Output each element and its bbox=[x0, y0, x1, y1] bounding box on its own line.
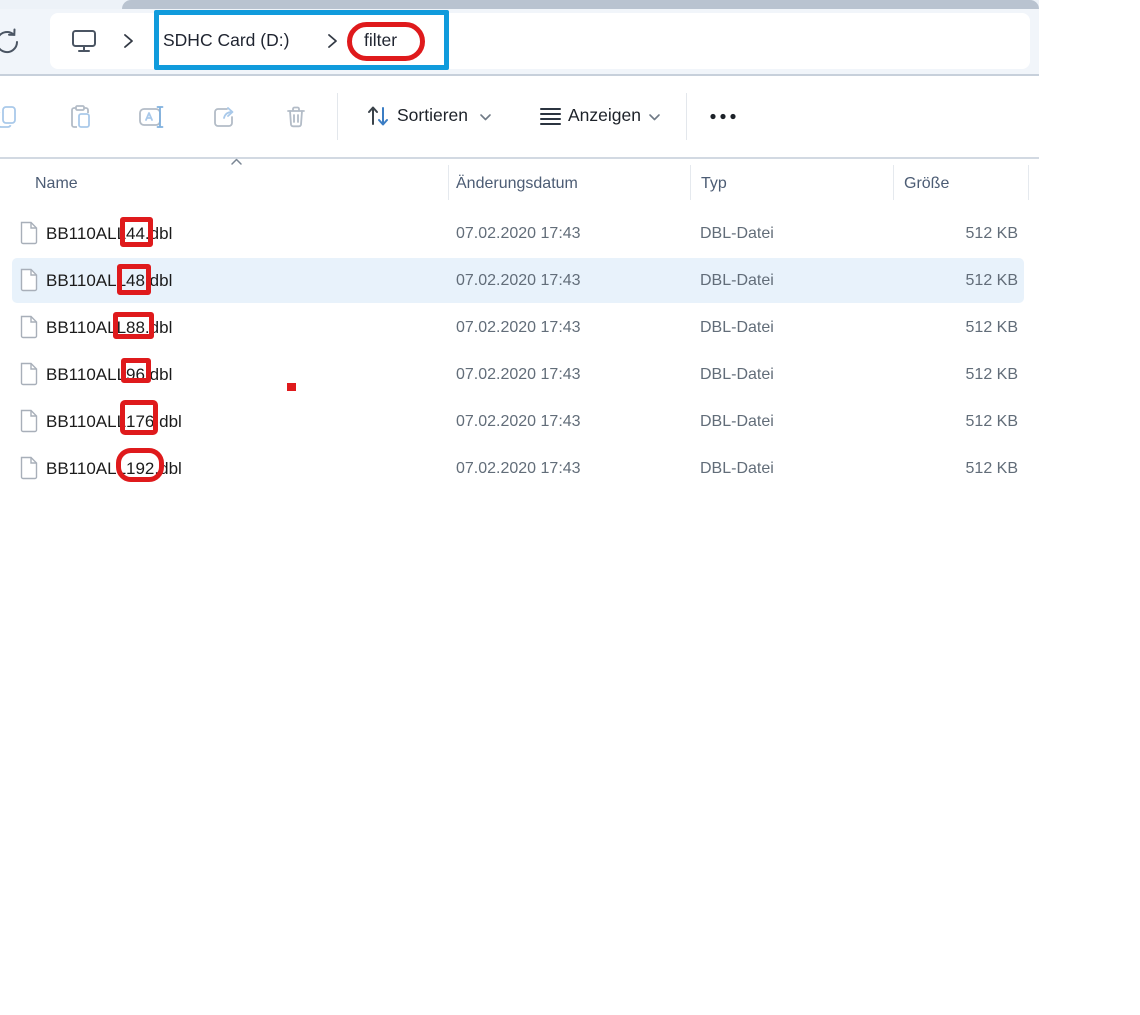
file-row[interactable]: BB110ALL192.dbl 07.02.2020 17:43 DBL-Dat… bbox=[0, 445, 1039, 492]
file-icon bbox=[19, 362, 38, 386]
file-icon bbox=[19, 221, 38, 245]
column-header-size[interactable]: Größe bbox=[904, 159, 949, 205]
navigation-bar: SDHC Card (D:) filter bbox=[0, 9, 1039, 74]
breadcrumb-chevron-icon[interactable] bbox=[325, 32, 339, 50]
file-size: 512 KB bbox=[870, 445, 1018, 492]
file-name: BB110ALL96.dbl bbox=[46, 351, 172, 398]
view-layout-icon bbox=[537, 103, 563, 129]
column-header-date[interactable]: Änderungsdatum bbox=[456, 159, 578, 205]
file-type: DBL-Datei bbox=[700, 398, 774, 445]
column-header-type[interactable]: Typ bbox=[701, 159, 727, 205]
file-icon bbox=[19, 268, 38, 292]
breadcrumb-chevron-icon[interactable] bbox=[121, 32, 135, 50]
file-type: DBL-Datei bbox=[700, 210, 774, 257]
view-button-label[interactable]: Anzeigen bbox=[568, 76, 641, 157]
file-name: BB110ALL48.dbl bbox=[46, 257, 172, 304]
rename-icon bbox=[138, 104, 166, 130]
file-explorer-window: SDHC Card (D:) filter bbox=[0, 0, 1039, 1015]
file-row[interactable]: BB110ALL44.dbl 07.02.2020 17:43 DBL-Date… bbox=[0, 210, 1039, 257]
file-name: BB110ALL192.dbl bbox=[46, 445, 182, 492]
paste-button[interactable] bbox=[57, 94, 103, 140]
file-type: DBL-Datei bbox=[700, 445, 774, 492]
file-name: BB110ALL176.dbl bbox=[46, 398, 182, 445]
more-options-icon[interactable] bbox=[709, 113, 739, 120]
file-icon bbox=[19, 409, 38, 433]
tab-strip bbox=[122, 0, 1039, 9]
file-size: 512 KB bbox=[870, 304, 1018, 351]
chevron-down-icon bbox=[479, 112, 492, 122]
sort-ascending-icon bbox=[229, 157, 244, 166]
file-type: DBL-Datei bbox=[700, 257, 774, 304]
delete-button[interactable] bbox=[273, 94, 319, 140]
file-date: 07.02.2020 17:43 bbox=[456, 304, 581, 351]
file-type: DBL-Datei bbox=[700, 304, 774, 351]
sort-button-label[interactable]: Sortieren bbox=[397, 76, 468, 157]
chevron-down-icon bbox=[648, 112, 661, 122]
file-row[interactable]: BB110ALL176.dbl 07.02.2020 17:43 DBL-Dat… bbox=[0, 398, 1039, 445]
sort-button[interactable] bbox=[355, 93, 401, 139]
file-icon bbox=[19, 315, 38, 339]
annotation-red-dot bbox=[287, 383, 296, 391]
file-size: 512 KB bbox=[870, 257, 1018, 304]
file-size: 512 KB bbox=[870, 398, 1018, 445]
file-date: 07.02.2020 17:43 bbox=[456, 398, 581, 445]
file-type: DBL-Datei bbox=[700, 351, 774, 398]
column-separator[interactable] bbox=[448, 165, 449, 200]
breadcrumb-folder[interactable]: filter bbox=[364, 9, 397, 74]
file-size: 512 KB bbox=[870, 351, 1018, 398]
rename-button[interactable] bbox=[129, 94, 175, 140]
file-icon bbox=[19, 456, 38, 480]
file-name: BB110ALL88.dbl bbox=[46, 304, 172, 351]
toolbar-separator bbox=[686, 93, 687, 140]
file-date: 07.02.2020 17:43 bbox=[456, 351, 581, 398]
file-row-selected[interactable]: BB110ALL48.dbl 07.02.2020 17:43 DBL-Date… bbox=[0, 257, 1039, 304]
copy-button[interactable] bbox=[0, 94, 30, 140]
column-separator[interactable] bbox=[1028, 165, 1029, 200]
file-row[interactable]: BB110ALL88.dbl 07.02.2020 17:43 DBL-Date… bbox=[0, 304, 1039, 351]
view-button[interactable] bbox=[527, 93, 573, 139]
this-pc-icon[interactable] bbox=[70, 28, 98, 54]
breadcrumb-drive[interactable]: SDHC Card (D:) bbox=[163, 9, 289, 74]
file-date: 07.02.2020 17:43 bbox=[456, 257, 581, 304]
refresh-icon[interactable] bbox=[0, 26, 23, 58]
column-header-row: Name Änderungsdatum Typ Größe bbox=[0, 159, 1039, 205]
share-icon bbox=[211, 104, 237, 130]
file-name: BB110ALL44.dbl bbox=[46, 210, 172, 257]
sort-icon bbox=[364, 102, 392, 130]
file-list: BB110ALL44.dbl 07.02.2020 17:43 DBL-Date… bbox=[0, 210, 1039, 492]
copy-icon bbox=[0, 104, 20, 130]
column-separator[interactable] bbox=[690, 165, 691, 200]
share-button[interactable] bbox=[201, 94, 247, 140]
file-row[interactable]: BB110ALL96.dbl 07.02.2020 17:43 DBL-Date… bbox=[0, 351, 1039, 398]
toolbar-separator bbox=[337, 93, 338, 140]
delete-icon bbox=[283, 104, 309, 130]
file-size: 512 KB bbox=[870, 210, 1018, 257]
file-date: 07.02.2020 17:43 bbox=[456, 210, 581, 257]
command-toolbar: Sortieren Anzeigen bbox=[0, 76, 1039, 157]
paste-icon bbox=[67, 104, 93, 130]
file-date: 07.02.2020 17:43 bbox=[456, 445, 581, 492]
column-header-name[interactable]: Name bbox=[35, 159, 78, 205]
column-separator[interactable] bbox=[893, 165, 894, 200]
